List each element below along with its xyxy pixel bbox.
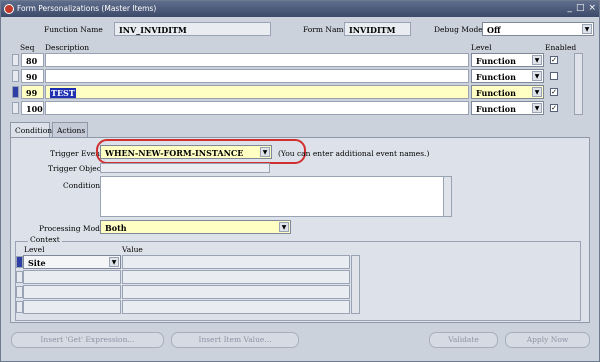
maximize-icon[interactable]: □ [576,3,585,13]
context-scrollbar[interactable] [351,255,360,314]
enabled-checkbox[interactable]: ✓ [550,104,558,112]
context-value-cell[interactable] [122,285,350,299]
level-select[interactable]: Function ▼ [471,101,544,115]
row-selector[interactable] [16,301,23,313]
chevron-down-icon[interactable]: ▼ [532,103,542,113]
condition-scrollbar[interactable] [443,176,452,217]
trigger-object-label: Trigger Object [48,164,104,173]
grid-scrollbar[interactable] [574,53,583,115]
function-name-field[interactable]: INV_INVIDITM [114,22,271,36]
tab-condition[interactable]: Condition [10,122,52,137]
level-value: Function [476,88,516,98]
oracle-app-icon [4,4,14,14]
context-value-cell[interactable] [122,270,350,284]
chevron-down-icon[interactable]: ▼ [109,257,119,267]
seq-cell[interactable]: 99 [21,85,44,99]
close-icon[interactable]: × [588,3,596,13]
enabled-checkbox[interactable]: ✓ [550,88,558,96]
level-value: Function [476,72,516,82]
chevron-down-icon[interactable]: ▼ [582,24,592,34]
description-selected-text: TEST [50,88,76,98]
chevron-down-icon[interactable]: ▼ [532,71,542,81]
context-value-cell[interactable] [122,255,350,269]
seq-cell[interactable]: 100 [21,101,44,115]
enabled-column-header: Enabled [545,43,577,52]
seq-cell[interactable]: 80 [21,53,44,67]
current-row-indicator[interactable] [16,256,23,268]
level-select[interactable]: Function ▼ [471,69,544,83]
chevron-down-icon[interactable]: ▼ [532,87,542,97]
level-value: Function [476,104,516,114]
trigger-object-field[interactable] [100,163,270,173]
row-selector[interactable] [12,70,19,82]
window-title: Form Personalizations (Master Items) [17,4,157,13]
insert-item-value-button[interactable]: Insert Item Value... [171,332,299,348]
function-name-label: Function Name [44,25,103,34]
context-level-header: Level [24,245,45,254]
description-cell[interactable] [45,69,469,83]
level-value: Function [476,56,516,66]
context-value-cell[interactable] [122,300,350,314]
minimize-icon[interactable]: _ [567,3,572,13]
context-level-value: Site [28,258,46,268]
apply-now-button[interactable]: Apply Now [505,332,590,348]
condition-textarea[interactable] [100,176,444,217]
context-group-label: Context [28,235,62,244]
debug-mode-value: Off [487,25,501,35]
row-selector[interactable] [16,286,23,298]
form-name-label: Form Name [303,25,348,34]
validate-button[interactable]: Validate [429,332,498,348]
form-name-field[interactable]: INVIDITM [344,22,411,36]
form-personalizations-window: Form Personalizations (Master Items) _ □… [0,0,600,362]
condition-panel: Trigger Event WHEN-NEW-FORM-INSTANCE ▼ (… [10,137,590,323]
row-selector[interactable] [12,102,19,114]
title-bar: Form Personalizations (Master Items) _ □… [1,1,599,17]
description-cell[interactable] [45,53,469,67]
context-level-cell[interactable] [23,270,121,284]
highlight-oval [96,139,306,164]
level-column-header: Level [471,43,492,52]
insert-get-expression-button[interactable]: Insert 'Get' Expression... [11,332,164,348]
chevron-down-icon[interactable]: ▼ [532,55,542,65]
processing-mode-label: Processing Mode [39,224,105,233]
row-selector[interactable] [16,271,23,283]
context-level-cell[interactable] [23,285,121,299]
level-select[interactable]: Function ▼ [471,53,544,67]
trigger-event-note: (You can enter additional event names.) [278,149,430,158]
description-column-header: Description [45,43,90,52]
seq-column-header: Seq [20,43,35,52]
enabled-checkbox[interactable] [550,72,558,80]
context-value-header: Value [122,245,143,254]
description-cell[interactable]: TEST [45,85,469,99]
current-row-indicator[interactable] [12,86,19,98]
context-level-select[interactable]: Site ▼ [23,255,121,269]
debug-mode-select[interactable]: Off ▼ [482,22,594,36]
row-selector[interactable] [12,54,19,66]
condition-label: Condition [63,181,101,190]
level-select[interactable]: Function ▼ [471,85,544,99]
processing-mode-select[interactable]: Both ▼ [100,220,291,234]
seq-cell[interactable]: 90 [21,69,44,83]
context-level-cell[interactable] [23,300,121,314]
tab-actions[interactable]: Actions [52,122,88,137]
debug-mode-label: Debug Mode [434,25,483,34]
processing-mode-value: Both [105,223,127,233]
description-cell[interactable] [45,101,469,115]
enabled-checkbox[interactable]: ✓ [550,56,558,64]
chevron-down-icon[interactable]: ▼ [279,222,289,232]
